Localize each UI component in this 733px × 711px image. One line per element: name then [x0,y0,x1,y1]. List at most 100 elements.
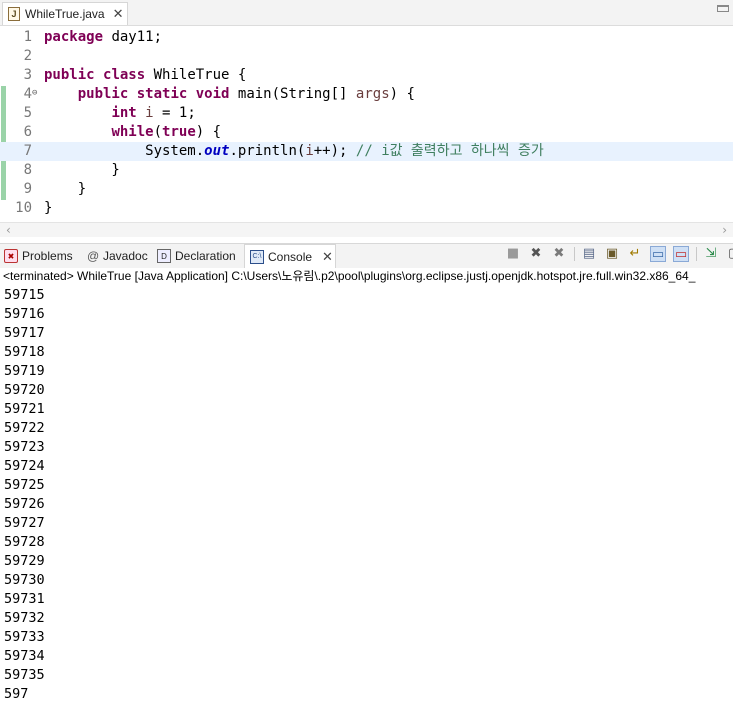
code-token: public [44,67,95,83]
console-output-line: 59732 [4,610,45,626]
code-text: while(true) { [44,123,221,142]
toolbar-separator [696,247,697,261]
code-line[interactable]: 4 ⊖ public static void main(String[] args… [0,85,733,104]
close-icon[interactable]: ✕ [322,249,333,265]
code-token: int [111,105,137,121]
code-token: day11; [103,29,163,45]
line-number: 3 [23,67,32,83]
show-on-stderr-icon[interactable]: ▭ [673,246,689,262]
console-output-line: 59723 [4,439,45,455]
code-line[interactable]: 9 } [0,180,733,199]
line-number: 10 [15,200,32,216]
code-token: WhileTrue { [145,67,247,83]
code-token: while [111,124,154,140]
console-output[interactable]: 59715 59716 59717 59718 59719 59720 59721 59722… [0,286,733,711]
code-line[interactable]: 3 public class WhileTrue { [0,66,733,85]
console-output-line: 59720 [4,382,45,398]
code-token: } [44,181,87,197]
code-line[interactable]: 2 [0,47,733,66]
console-output-line: 59725 [4,477,45,493]
code-token: out [204,143,230,159]
code-token: i [145,105,154,121]
declaration-icon: D [157,249,171,263]
code-token: void [195,86,230,102]
remove-launch-icon[interactable]: ✖ [528,246,544,262]
problems-icon: ✖ [4,249,18,263]
code-text: int i = 1; [44,104,196,123]
code-text: System.out.println(i++); // i값 출력하고 하나씩 … [44,142,544,161]
scroll-left-icon[interactable]: ‹ [6,223,11,237]
console-output-line: 59724 [4,458,45,474]
console-output-line: 59730 [4,572,45,588]
display-console-icon[interactable]: ▢ [726,246,733,262]
code-token: ) { [195,124,222,140]
editor-tab-whiletrue[interactable]: J WhileTrue.java ✕ [2,2,128,25]
code-text: public static void main(String[] args) { [44,85,415,104]
code-line[interactable]: 5 int i = 1; [0,104,733,123]
code-token: public [77,86,129,102]
fold-collapse-icon[interactable]: ⊖ [32,85,37,101]
line-number: 2 [23,48,32,64]
code-text: } [44,161,120,180]
editor-tab-title: WhileTrue.java [25,7,105,21]
console-output-line: 59722 [4,420,45,436]
code-token: i [305,143,314,159]
line-number: 1 [23,29,32,45]
code-token: class [103,67,146,83]
code-token: main(String[] [229,86,356,102]
scroll-right-icon[interactable]: › [722,223,727,237]
clear-console-icon[interactable]: ▤ [581,246,597,262]
line-number: 4 [23,86,32,102]
console-description: <terminated> WhileTrue [Java Application… [3,269,696,283]
terminate-icon[interactable]: ■ [505,246,521,262]
tab-declaration[interactable]: D Declaration [157,244,236,268]
code-token: ( [153,124,163,140]
code-token: true [162,124,196,140]
code-token: } [44,162,120,178]
code-token: static [136,86,188,102]
line-number: 6 [23,124,32,140]
code-token: = 1; [153,105,196,121]
code-token: .println( [229,143,306,159]
code-line[interactable]: 10} [0,199,733,218]
console-output-line: 59735 [4,667,45,683]
console-output-line: 59733 [4,629,45,645]
close-icon[interactable]: ✕ [113,6,124,22]
console-output-line: 59719 [4,363,45,379]
minimize-icon[interactable] [717,5,729,12]
code-line[interactable]: 7 System.out.println(i++); // i값 출력하고 하나… [0,142,733,161]
code-token: args [355,86,390,102]
pin-console-icon[interactable]: ⇲ [703,246,719,262]
tab-problems-label: Problems [22,249,73,263]
code-token: ++); [313,143,356,159]
show-on-stdout-icon[interactable]: ▭ [650,246,666,262]
word-wrap-icon[interactable]: ↵ [627,246,643,262]
remove-all-terminated-icon[interactable]: ✖ [551,246,567,262]
code-token: package [44,29,104,45]
code-text: } [44,199,52,218]
tab-problems[interactable]: ✖ Problems [4,244,73,268]
code-token: } [44,200,53,216]
code-line[interactable]: 8 } [0,161,733,180]
code-line[interactable]: 6 while(true) { [0,123,733,142]
code-line[interactable]: 1 package day11; [0,28,733,47]
console-output-line: 59728 [4,534,45,550]
console-toolbar: ■ ✖ ✖ ▤ ▣ ↵ ▭ ▭ ⇲ ▢ [505,246,733,264]
line-number: 9 [23,181,32,197]
tab-javadoc[interactable]: @ Javadoc [87,244,148,268]
javadoc-icon: @ [87,249,100,263]
console-output-line: 59721 [4,401,45,417]
tab-declaration-label: Declaration [175,249,236,263]
editor-horizontal-scrollbar[interactable]: ‹ › [0,222,733,237]
console-output-line: 59718 [4,344,45,360]
scroll-lock-icon[interactable]: ▣ [604,246,620,262]
code-token: ) { [389,86,415,102]
line-number: 8 [23,162,32,178]
code-text: public class WhileTrue { [44,66,246,85]
tab-console[interactable]: C:\ Console ✕ [244,244,336,268]
code-editor[interactable]: 1 package day11; 2 3 public class WhileTrue … [0,26,733,222]
console-icon: C:\ [250,249,264,264]
